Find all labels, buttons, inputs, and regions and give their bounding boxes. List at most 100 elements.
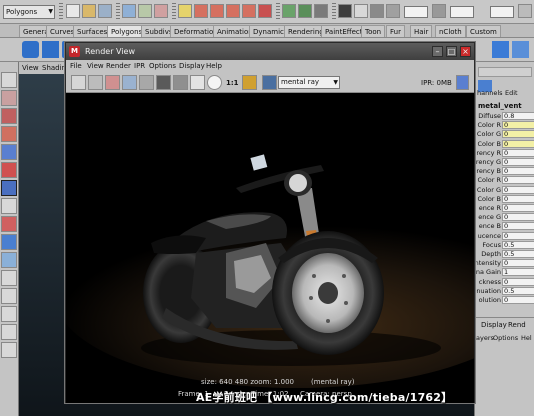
rv-menu-ipr[interactable]: IPR xyxy=(134,60,145,73)
attr-row-value-field[interactable]: 0 xyxy=(502,121,534,130)
layout-outliner-icon[interactable] xyxy=(1,288,17,304)
shelf-tab-ncloth[interactable]: nCloth xyxy=(435,25,466,37)
attr-row-value-field[interactable]: 0 xyxy=(502,259,534,268)
rv-menu-file[interactable]: File xyxy=(70,60,82,73)
save-scene-icon[interactable] xyxy=(98,4,112,18)
shelf-tab-hair[interactable]: Hair xyxy=(410,25,433,37)
paint-select-tool-icon[interactable] xyxy=(1,108,17,124)
shelf-custom-icon[interactable] xyxy=(492,41,509,58)
lock-selection-icon[interactable] xyxy=(178,4,192,18)
attr-row-value-field[interactable]: 0 xyxy=(502,204,534,212)
last-tool-icon[interactable] xyxy=(1,216,17,232)
render-view-window[interactable]: M Render View – □ × File View Render IPR… xyxy=(65,42,475,403)
layout-custom-icon[interactable] xyxy=(1,342,17,358)
renderer-select[interactable]: mental ray ▼ xyxy=(278,76,340,89)
panel-menu-view[interactable]: View xyxy=(22,62,39,74)
attr-row-value-field[interactable]: 1 xyxy=(502,268,534,277)
snap-view-plane-icon[interactable] xyxy=(242,4,256,18)
attr-row-value-field[interactable]: 0 xyxy=(502,277,534,286)
select-object-icon[interactable] xyxy=(138,4,152,18)
render-frame-icon[interactable] xyxy=(298,4,312,18)
render-layer-icon[interactable] xyxy=(262,75,277,90)
layout-four-icon[interactable] xyxy=(1,252,17,268)
display-real-size-icon[interactable] xyxy=(242,75,257,90)
attr-row-value-field[interactable]: 0 xyxy=(502,194,534,203)
render-view-titlebar[interactable]: M Render View – □ × xyxy=(66,43,474,60)
shelf-custom-icon[interactable] xyxy=(512,41,529,58)
attr-tab-edit[interactable]: Edit xyxy=(505,88,518,98)
render-settings-icon[interactable] xyxy=(456,75,469,90)
snap-point-icon[interactable] xyxy=(226,4,240,18)
ipr-render-icon[interactable] xyxy=(314,4,328,18)
remove-image-icon[interactable] xyxy=(139,75,154,90)
scale-tool-icon[interactable] xyxy=(1,162,17,178)
snapshot-icon[interactable] xyxy=(105,75,120,90)
input-line-icon[interactable] xyxy=(386,4,400,18)
attr-row-value-field[interactable]: 0.8 xyxy=(502,112,534,120)
layout-single-icon[interactable] xyxy=(1,234,17,250)
rv-menu-options[interactable]: Options xyxy=(149,60,176,73)
attr-row-value-field[interactable]: 0 xyxy=(502,139,534,148)
attr-row-value-field[interactable]: 0 xyxy=(502,222,534,231)
layout-custom-icon[interactable] xyxy=(1,324,17,340)
attr-row-value-field[interactable]: 0 xyxy=(502,167,534,176)
minimize-icon[interactable]: – xyxy=(432,46,443,57)
lasso-tool-icon[interactable] xyxy=(1,90,17,106)
keep-image-icon[interactable] xyxy=(122,75,137,90)
redo-previous-render-icon[interactable] xyxy=(71,75,86,90)
rv-menu-render[interactable]: Render xyxy=(106,60,131,73)
select-tool-icon[interactable] xyxy=(1,72,17,88)
shelf-tab-surfaces[interactable]: Surfaces xyxy=(73,25,112,37)
layout-persp-graph-icon[interactable] xyxy=(1,270,17,286)
layout-hypershade-icon[interactable] xyxy=(1,306,17,322)
zoom-ratio-label[interactable]: 1:1 xyxy=(226,76,239,90)
maximize-icon[interactable]: □ xyxy=(446,46,457,57)
transform-field-z[interactable] xyxy=(490,6,514,18)
display-rgb-icon[interactable] xyxy=(190,75,205,90)
open-scene-icon[interactable] xyxy=(82,4,96,18)
rv-menu-help[interactable]: Help xyxy=(206,60,222,73)
attr-tab-channels[interactable]: hannels xyxy=(477,88,503,98)
layer-tab-display[interactable]: Display xyxy=(481,321,507,329)
move-tool-icon[interactable] xyxy=(1,126,17,142)
attr-row-value-field[interactable]: 0 xyxy=(502,176,534,185)
mode-select[interactable]: Polygons ▼ xyxy=(3,5,55,19)
render-settings-icon[interactable] xyxy=(338,4,352,18)
ipr-icon[interactable] xyxy=(156,75,171,90)
shelf-tab-fur[interactable]: Fur xyxy=(386,25,405,37)
transform-field-x[interactable] xyxy=(404,6,428,18)
select-component-icon[interactable] xyxy=(154,4,168,18)
attr-row-value-field[interactable]: 0 xyxy=(502,158,534,166)
poly-sphere-icon[interactable] xyxy=(22,41,39,58)
attr-row-value-field[interactable]: 0.5 xyxy=(502,240,534,249)
close-icon[interactable]: × xyxy=(460,46,471,57)
render-region-icon[interactable] xyxy=(88,75,103,90)
soft-mod-tool-icon[interactable] xyxy=(1,198,17,214)
shelf-tab-custom[interactable]: Custom xyxy=(466,25,501,37)
rv-menu-view[interactable]: View xyxy=(87,60,104,73)
display-alpha-icon[interactable] xyxy=(207,75,222,90)
attr-row-value-field[interactable]: 0 xyxy=(502,130,534,139)
attr-row-value-field[interactable]: 0 xyxy=(502,296,534,304)
snap-grid-icon[interactable] xyxy=(194,4,208,18)
shelf-tab-toon[interactable]: Toon xyxy=(361,25,386,37)
construction-history-icon[interactable] xyxy=(282,4,296,18)
rv-menu-display[interactable]: Display xyxy=(179,60,205,73)
select-hierarchy-icon[interactable] xyxy=(122,4,136,18)
attr-row-value-field[interactable]: 0 xyxy=(502,148,534,157)
layer-tab-render[interactable]: Rend xyxy=(508,321,526,329)
attr-row-value-field[interactable]: 0 xyxy=(502,185,534,194)
attribute-editor-toggle-icon[interactable] xyxy=(518,4,532,18)
attr-row-value-field[interactable]: 0.5 xyxy=(502,286,534,295)
attr-row-value-field[interactable]: 0 xyxy=(502,231,534,240)
rotate-tool-icon[interactable] xyxy=(1,144,17,160)
field-mode-icon[interactable] xyxy=(432,4,446,18)
new-scene-icon[interactable] xyxy=(66,4,80,18)
refresh-icon[interactable] xyxy=(173,75,188,90)
layer-menu-help[interactable]: Hel xyxy=(521,334,532,342)
make-live-icon[interactable] xyxy=(258,4,272,18)
render-image-canvas[interactable]: size: 640 480 zoom: 1.000 (mental ray) F… xyxy=(66,93,474,403)
snap-curve-icon[interactable] xyxy=(210,4,224,18)
layer-menu-options[interactable]: Options xyxy=(493,334,518,342)
hypershade-icon[interactable] xyxy=(354,4,368,18)
